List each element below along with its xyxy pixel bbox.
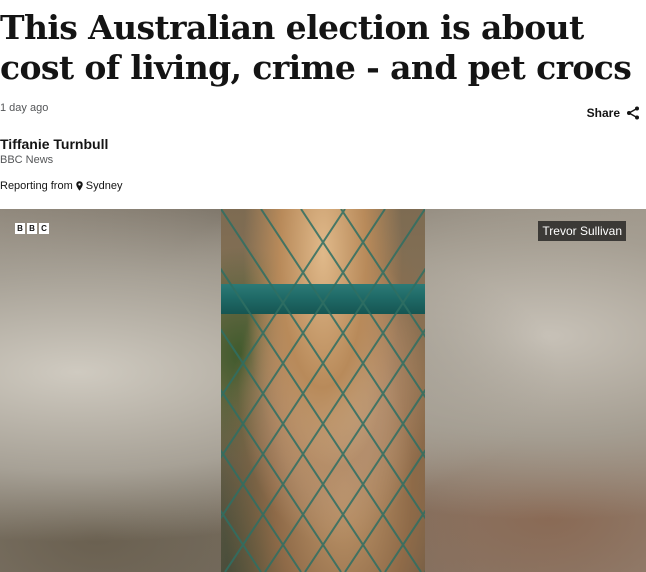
video-credit: Trevor Sullivan (538, 221, 626, 241)
author-org: BBC News (0, 154, 54, 166)
video-frame (221, 209, 425, 572)
share-icon (627, 106, 639, 120)
location-name: Sydney (85, 180, 123, 192)
share-label: Share (586, 106, 620, 120)
reporting-prefix: Reporting from (0, 180, 73, 192)
reporting-location: Reporting from Sydney (0, 180, 122, 192)
video-player[interactable]: B B C Trevor Sullivan (0, 209, 646, 572)
article-headline: This Australian election is about cost o… (0, 8, 632, 87)
author-name: Tiffanie Turnbull (0, 136, 109, 152)
share-button[interactable]: Share (587, 106, 640, 120)
bbc-logo: B B C (15, 223, 49, 234)
bbc-logo-letter: B (15, 223, 25, 234)
chain-link-fence (221, 209, 425, 572)
article-timestamp: 1 day ago (0, 102, 49, 114)
location-pin-icon (76, 181, 83, 191)
bbc-logo-letter: C (39, 223, 49, 234)
byline: Tiffanie Turnbull BBC News (0, 136, 108, 166)
bbc-logo-letter: B (27, 223, 37, 234)
